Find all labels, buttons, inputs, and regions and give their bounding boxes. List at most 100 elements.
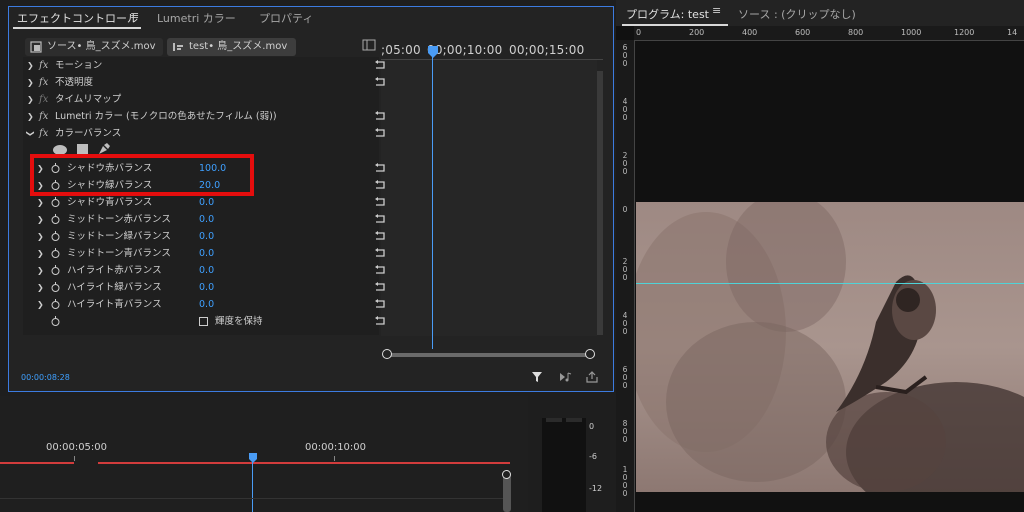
panel-toggle-icon[interactable]: [362, 39, 376, 51]
stopwatch-icon[interactable]: [51, 197, 60, 207]
chevron-right-icon[interactable]: ❯: [27, 74, 34, 91]
highlight-annotation-box: [30, 154, 254, 196]
stopwatch-icon[interactable]: [51, 299, 60, 309]
reset-icon[interactable]: [374, 282, 386, 292]
timeline-scroll-handle[interactable]: [502, 470, 511, 479]
vruler-label: 200: [622, 257, 628, 282]
guide-line[interactable]: [636, 283, 1024, 284]
stopwatch-icon[interactable]: [51, 231, 60, 241]
reset-icon[interactable]: [374, 163, 386, 173]
reset-icon[interactable]: [374, 197, 386, 207]
ec-timeline-ruler: ;05:00 00;00;10:00 00;00;15:00: [381, 43, 584, 57]
param-value[interactable]: 0.0: [199, 262, 214, 279]
tab-source[interactable]: ソース : (クリップなし): [738, 6, 856, 22]
timeline-tc-label-1: 00:00:05:00: [46, 442, 108, 453]
keyframe-track-area[interactable]: [381, 60, 597, 336]
timeline-playhead-handle[interactable]: [248, 452, 258, 464]
audio-meter-bars: [542, 418, 586, 512]
reset-icon[interactable]: [374, 180, 386, 190]
render-bar-segment: [98, 462, 510, 464]
stopwatch-icon[interactable]: [51, 248, 60, 258]
preserve-luminance-checkbox[interactable]: [199, 317, 208, 326]
effect-row-opacity[interactable]: ❯ fx 不透明度: [23, 74, 385, 91]
chevron-right-icon[interactable]: ❯: [37, 245, 44, 262]
hamburger-icon[interactable]: ≡: [130, 9, 139, 22]
ec-timecode[interactable]: 00:00:08:28: [21, 373, 70, 382]
param-row[interactable]: ❯ ミッドトーン緑バランス 0.0: [23, 228, 385, 245]
ec-zoom-left-handle[interactable]: [382, 349, 392, 359]
ec-playhead-handle[interactable]: [427, 45, 439, 59]
reset-icon[interactable]: [374, 248, 386, 258]
video-frame[interactable]: [636, 202, 1024, 492]
reset-icon[interactable]: [374, 128, 386, 138]
effect-row-lumetri[interactable]: ❯ fx Lumetri カラー (モノクロの色あせたフィルム (弱)): [23, 108, 385, 125]
chevron-right-icon[interactable]: ❯: [27, 108, 34, 125]
stopwatch-icon[interactable]: [51, 265, 60, 275]
hamburger-icon[interactable]: ≡: [712, 4, 721, 17]
param-value[interactable]: 0.0: [199, 296, 214, 313]
param-row[interactable]: ❯ シャドウ青バランス 0.0: [23, 194, 385, 211]
param-row[interactable]: ❯ ミッドトーン赤バランス 0.0: [23, 211, 385, 228]
param-value[interactable]: 0.0: [199, 211, 214, 228]
filter-icon[interactable]: [531, 371, 543, 383]
export-icon[interactable]: [585, 371, 599, 383]
fx-icon[interactable]: fx: [39, 74, 48, 91]
chevron-right-icon[interactable]: ❯: [37, 279, 44, 296]
fx-icon[interactable]: fx: [39, 91, 48, 108]
effect-row-color-balance[interactable]: ❯ fx カラーバランス: [22, 125, 385, 142]
ec-vertical-scrollbar[interactable]: [597, 71, 603, 335]
reset-icon[interactable]: [374, 231, 386, 241]
play-audio-icon[interactable]: [559, 371, 573, 383]
chevron-right-icon[interactable]: ❯: [37, 228, 44, 245]
reset-icon[interactable]: [374, 60, 386, 70]
active-tab-underline: [13, 27, 141, 29]
ec-zoom-scrollbar[interactable]: [385, 353, 595, 357]
param-row[interactable]: ❯ ハイライト赤バランス 0.0: [23, 262, 385, 279]
reset-icon[interactable]: [374, 316, 386, 326]
source-clip-tab[interactable]: ソース• 鳥_スズメ.mov: [25, 38, 163, 56]
vruler-label: 400: [622, 97, 628, 122]
db-label: -6: [589, 452, 597, 461]
effect-row-motion[interactable]: ❯ fx モーション: [23, 57, 385, 74]
clip-icon: [30, 41, 42, 53]
chevron-right-icon[interactable]: ❯: [27, 91, 34, 108]
tab-program[interactable]: プログラム: test: [626, 6, 709, 22]
param-value[interactable]: 0.0: [199, 228, 214, 245]
stopwatch-icon[interactable]: [51, 316, 60, 326]
tab-effect-controls[interactable]: エフェクトコントロール: [17, 10, 138, 26]
param-value[interactable]: 0.0: [199, 194, 214, 211]
stopwatch-icon[interactable]: [51, 214, 60, 224]
chevron-right-icon[interactable]: ❯: [27, 57, 34, 74]
effect-row-time-remap[interactable]: ❯ fx タイムリマップ: [23, 91, 379, 108]
fx-icon[interactable]: fx: [39, 108, 48, 125]
tab-lumetri-color[interactable]: Lumetri カラー: [157, 10, 236, 26]
param-value[interactable]: 0.0: [199, 279, 214, 296]
stopwatch-icon[interactable]: [51, 282, 60, 292]
chevron-right-icon[interactable]: ❯: [37, 194, 44, 211]
reset-icon[interactable]: [374, 111, 386, 121]
ruler-label: 800: [848, 28, 864, 37]
reset-icon[interactable]: [374, 214, 386, 224]
reset-icon[interactable]: [374, 299, 386, 309]
monitor-tabbar: プログラム: test ≡ ソース : (クリップなし): [616, 0, 1024, 26]
param-row[interactable]: ❯ ハイライト緑バランス 0.0: [23, 279, 385, 296]
reset-icon[interactable]: [374, 265, 386, 275]
tab-properties[interactable]: プロパティ: [259, 10, 313, 26]
sequence-icon: [173, 43, 183, 51]
param-label: ミッドトーン赤バランス: [67, 214, 171, 225]
fx-icon[interactable]: fx: [39, 57, 48, 74]
ec-playhead-line: [432, 57, 433, 349]
chevron-right-icon[interactable]: ❯: [37, 296, 44, 313]
chevron-right-icon[interactable]: ❯: [37, 262, 44, 279]
param-row[interactable]: ❯ ミッドトーン青バランス 0.0: [23, 245, 385, 262]
param-value[interactable]: 0.0: [199, 245, 214, 262]
fx-icon[interactable]: fx: [39, 125, 48, 142]
chevron-down-icon[interactable]: ❯: [22, 130, 39, 137]
param-row[interactable]: ❯ ハイライト青バランス 0.0: [23, 296, 385, 313]
sequence-clip-tab[interactable]: test• 鳥_スズメ.mov: [167, 38, 296, 56]
vertical-ruler: 600 400 200 0 200 400 600 800 1000: [616, 40, 635, 512]
reset-icon[interactable]: [374, 77, 386, 87]
chevron-right-icon[interactable]: ❯: [37, 211, 44, 228]
ec-zoom-right-handle[interactable]: [585, 349, 595, 359]
ruler-label: 14: [1007, 28, 1018, 37]
